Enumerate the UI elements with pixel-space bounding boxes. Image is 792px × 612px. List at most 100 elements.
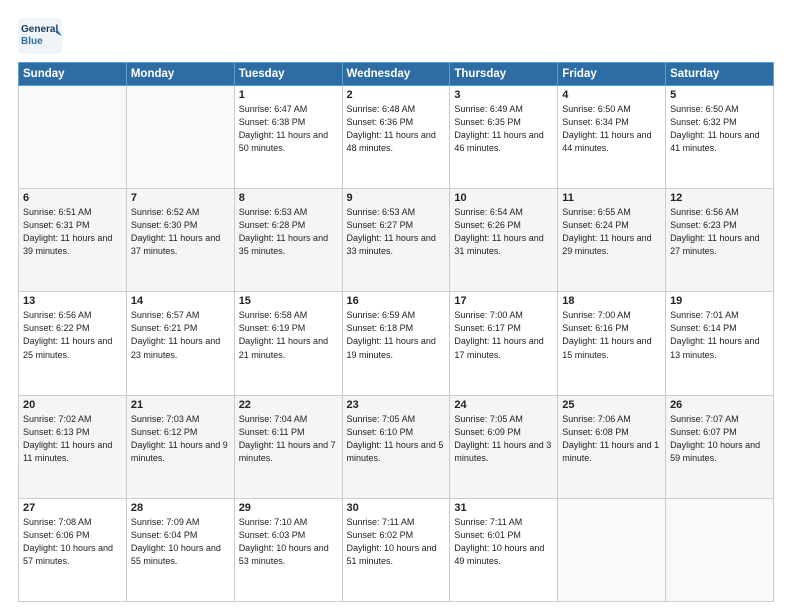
day-number: 18 — [562, 295, 661, 307]
calendar-cell: 23 Sunrise: 7:05 AM Sunset: 6:10 PM Dayli… — [342, 395, 450, 498]
day-number: 24 — [454, 399, 553, 411]
calendar-cell: 1 Sunrise: 6:47 AM Sunset: 6:38 PM Daylig… — [234, 86, 342, 189]
calendar-cell: 28 Sunrise: 7:09 AM Sunset: 6:04 PM Dayli… — [126, 498, 234, 601]
day-number: 15 — [239, 295, 338, 307]
day-number: 26 — [670, 399, 769, 411]
day-number: 1 — [239, 89, 338, 101]
day-info: Sunrise: 6:53 AM Sunset: 6:28 PM Dayligh… — [239, 206, 338, 258]
weekday-header: Wednesday — [342, 63, 450, 86]
calendar-cell: 14 Sunrise: 6:57 AM Sunset: 6:21 PM Dayli… — [126, 292, 234, 395]
day-number: 5 — [670, 89, 769, 101]
day-number: 10 — [454, 192, 553, 204]
calendar-cell: 26 Sunrise: 7:07 AM Sunset: 6:07 PM Dayli… — [666, 395, 774, 498]
calendar-cell: 19 Sunrise: 7:01 AM Sunset: 6:14 PM Dayli… — [666, 292, 774, 395]
calendar-cell: 15 Sunrise: 6:58 AM Sunset: 6:19 PM Dayli… — [234, 292, 342, 395]
page: General Blue SundayMondayTuesdayWednesda… — [0, 0, 792, 612]
day-info: Sunrise: 6:58 AM Sunset: 6:19 PM Dayligh… — [239, 309, 338, 361]
day-info: Sunrise: 6:53 AM Sunset: 6:27 PM Dayligh… — [347, 206, 446, 258]
header: General Blue — [18, 18, 774, 54]
calendar-cell: 6Sunrise: 6:51 AM Sunset: 6:31 PM Daylig… — [19, 189, 127, 292]
calendar-cell: 13Sunrise: 6:56 AM Sunset: 6:22 PM Dayli… — [19, 292, 127, 395]
calendar-cell: 22 Sunrise: 7:04 AM Sunset: 6:11 PM Dayli… — [234, 395, 342, 498]
day-info: Sunrise: 6:56 AM Sunset: 6:23 PM Dayligh… — [670, 206, 769, 258]
calendar-cell: 18 Sunrise: 7:00 AM Sunset: 6:16 PM Dayli… — [558, 292, 666, 395]
day-info: Sunrise: 7:05 AM Sunset: 6:09 PM Dayligh… — [454, 413, 553, 465]
calendar-cell: 10Sunrise: 6:54 AM Sunset: 6:26 PM Dayli… — [450, 189, 558, 292]
weekday-header: Friday — [558, 63, 666, 86]
calendar-week: 13Sunrise: 6:56 AM Sunset: 6:22 PM Dayli… — [19, 292, 774, 395]
day-info: Sunrise: 7:05 AM Sunset: 6:10 PM Dayligh… — [347, 413, 446, 465]
calendar-week: 6Sunrise: 6:51 AM Sunset: 6:31 PM Daylig… — [19, 189, 774, 292]
day-info: Sunrise: 7:01 AM Sunset: 6:14 PM Dayligh… — [670, 309, 769, 361]
calendar-body: 1 Sunrise: 6:47 AM Sunset: 6:38 PM Daylig… — [19, 86, 774, 602]
day-number: 7 — [131, 192, 230, 204]
day-number: 21 — [131, 399, 230, 411]
weekday-header: Thursday — [450, 63, 558, 86]
logo-svg: General Blue — [18, 18, 62, 54]
day-number: 16 — [347, 295, 446, 307]
day-number: 14 — [131, 295, 230, 307]
day-info: Sunrise: 7:11 AM Sunset: 6:01 PM Dayligh… — [454, 516, 553, 568]
day-number: 30 — [347, 502, 446, 514]
calendar-week: 20Sunrise: 7:02 AM Sunset: 6:13 PM Dayli… — [19, 395, 774, 498]
day-number: 8 — [239, 192, 338, 204]
day-info: Sunrise: 6:51 AM Sunset: 6:31 PM Dayligh… — [23, 206, 122, 258]
day-info: Sunrise: 7:07 AM Sunset: 6:07 PM Dayligh… — [670, 413, 769, 465]
day-info: Sunrise: 7:03 AM Sunset: 6:12 PM Dayligh… — [131, 413, 230, 465]
day-info: Sunrise: 6:48 AM Sunset: 6:36 PM Dayligh… — [347, 103, 446, 155]
day-info: Sunrise: 6:57 AM Sunset: 6:21 PM Dayligh… — [131, 309, 230, 361]
calendar-cell: 11Sunrise: 6:55 AM Sunset: 6:24 PM Dayli… — [558, 189, 666, 292]
weekday-header: Saturday — [666, 63, 774, 86]
day-number: 31 — [454, 502, 553, 514]
calendar-cell: 16 Sunrise: 6:59 AM Sunset: 6:18 PM Dayli… — [342, 292, 450, 395]
day-info: Sunrise: 7:00 AM Sunset: 6:17 PM Dayligh… — [454, 309, 553, 361]
day-number: 2 — [347, 89, 446, 101]
day-number: 11 — [562, 192, 661, 204]
calendar-cell: 25Sunrise: 7:06 AM Sunset: 6:08 PM Dayli… — [558, 395, 666, 498]
calendar-cell: 3 Sunrise: 6:49 AM Sunset: 6:35 PM Daylig… — [450, 86, 558, 189]
calendar-cell: 4Sunrise: 6:50 AM Sunset: 6:34 PM Daylig… — [558, 86, 666, 189]
calendar-cell — [666, 498, 774, 601]
day-info: Sunrise: 6:59 AM Sunset: 6:18 PM Dayligh… — [347, 309, 446, 361]
day-number: 25 — [562, 399, 661, 411]
calendar-cell: 27Sunrise: 7:08 AM Sunset: 6:06 PM Dayli… — [19, 498, 127, 601]
day-number: 3 — [454, 89, 553, 101]
day-info: Sunrise: 6:47 AM Sunset: 6:38 PM Dayligh… — [239, 103, 338, 155]
day-info: Sunrise: 6:50 AM Sunset: 6:32 PM Dayligh… — [670, 103, 769, 155]
calendar-cell — [19, 86, 127, 189]
day-number: 12 — [670, 192, 769, 204]
day-number: 23 — [347, 399, 446, 411]
day-number: 19 — [670, 295, 769, 307]
calendar-cell: 17 Sunrise: 7:00 AM Sunset: 6:17 PM Dayli… — [450, 292, 558, 395]
calendar-week: 1 Sunrise: 6:47 AM Sunset: 6:38 PM Daylig… — [19, 86, 774, 189]
svg-text:General: General — [21, 24, 58, 35]
day-number: 17 — [454, 295, 553, 307]
day-number: 28 — [131, 502, 230, 514]
calendar: SundayMondayTuesdayWednesdayThursdayFrid… — [18, 62, 774, 602]
day-info: Sunrise: 7:10 AM Sunset: 6:03 PM Dayligh… — [239, 516, 338, 568]
day-info: Sunrise: 7:02 AM Sunset: 6:13 PM Dayligh… — [23, 413, 122, 465]
day-info: Sunrise: 7:04 AM Sunset: 6:11 PM Dayligh… — [239, 413, 338, 465]
day-info: Sunrise: 7:11 AM Sunset: 6:02 PM Dayligh… — [347, 516, 446, 568]
calendar-cell: 5 Sunrise: 6:50 AM Sunset: 6:32 PM Daylig… — [666, 86, 774, 189]
day-info: Sunrise: 6:52 AM Sunset: 6:30 PM Dayligh… — [131, 206, 230, 258]
day-info: Sunrise: 7:08 AM Sunset: 6:06 PM Dayligh… — [23, 516, 122, 568]
calendar-cell: 21 Sunrise: 7:03 AM Sunset: 6:12 PM Dayli… — [126, 395, 234, 498]
calendar-cell: 30 Sunrise: 7:11 AM Sunset: 6:02 PM Dayli… — [342, 498, 450, 601]
day-number: 22 — [239, 399, 338, 411]
weekday-header: Sunday — [19, 63, 127, 86]
day-info: Sunrise: 7:00 AM Sunset: 6:16 PM Dayligh… — [562, 309, 661, 361]
day-info: Sunrise: 7:09 AM Sunset: 6:04 PM Dayligh… — [131, 516, 230, 568]
day-number: 9 — [347, 192, 446, 204]
day-info: Sunrise: 6:56 AM Sunset: 6:22 PM Dayligh… — [23, 309, 122, 361]
day-info: Sunrise: 6:50 AM Sunset: 6:34 PM Dayligh… — [562, 103, 661, 155]
day-info: Sunrise: 6:49 AM Sunset: 6:35 PM Dayligh… — [454, 103, 553, 155]
calendar-cell — [558, 498, 666, 601]
calendar-cell: 29 Sunrise: 7:10 AM Sunset: 6:03 PM Dayli… — [234, 498, 342, 601]
calendar-cell: 12 Sunrise: 6:56 AM Sunset: 6:23 PM Dayli… — [666, 189, 774, 292]
calendar-cell: 31 Sunrise: 7:11 AM Sunset: 6:01 PM Dayli… — [450, 498, 558, 601]
logo: General Blue — [18, 18, 62, 54]
calendar-cell: 20Sunrise: 7:02 AM Sunset: 6:13 PM Dayli… — [19, 395, 127, 498]
day-number: 29 — [239, 502, 338, 514]
calendar-cell: 2 Sunrise: 6:48 AM Sunset: 6:36 PM Daylig… — [342, 86, 450, 189]
